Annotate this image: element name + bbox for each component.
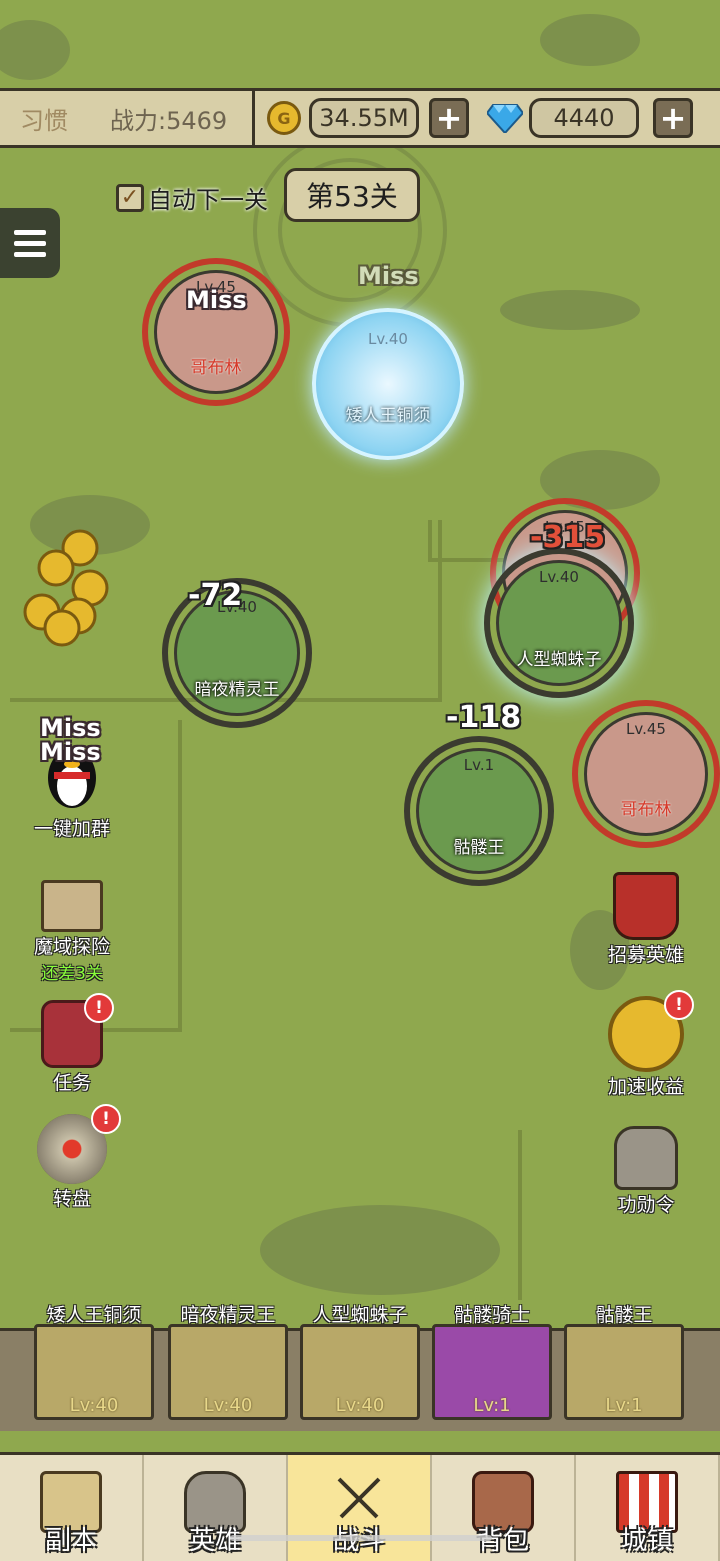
home-indicator[interactable] <box>230 1535 492 1541</box>
recruit-label: 招募英雄 <box>607 944 684 966</box>
coin-boost-icon: ! <box>608 990 694 1072</box>
recruit-hero-button[interactable]: 招募英雄 <box>586 872 706 967</box>
unit-name: 骷髅王 <box>453 838 505 858</box>
combat-power: 战力:5469 <box>110 106 228 135</box>
gold-coin-icon: G <box>267 101 301 135</box>
miss-text: Miss <box>40 738 101 766</box>
hero-card[interactable]: 矮人王铜须 Lv:40 <box>34 1300 154 1422</box>
merit-label: 功勋令 <box>617 1194 675 1216</box>
coin-pile-icon[interactable] <box>20 528 110 648</box>
gold-amount: 34.55M <box>309 98 419 138</box>
tab-label: 城镇 <box>620 1526 673 1556</box>
player-name: 习惯 <box>20 106 68 135</box>
explore-progress: 还差3关 <box>41 964 103 984</box>
damage-number: -72 <box>188 578 243 613</box>
hero-level: Lv:40 <box>335 1395 385 1416</box>
stage-indicator[interactable]: 第53关 <box>284 168 420 222</box>
hero-card[interactable]: 骷髅骑士 Lv:1 <box>432 1300 552 1422</box>
ally-unit[interactable]: Lv.1 骷髅王 <box>404 736 554 886</box>
hero-name: 骷髅骑士 <box>453 1304 530 1326</box>
banner-icon <box>613 872 679 940</box>
book-icon: ! <box>41 993 114 1068</box>
hero-name: 暗夜精灵王 <box>180 1304 276 1326</box>
hero-card[interactable]: 骷髅王 Lv:1 <box>564 1300 684 1422</box>
tab-town[interactable]: 城镇 <box>576 1455 720 1561</box>
tab-heroes[interactable]: 英雄 <box>144 1455 288 1561</box>
auto-next-toggle[interactable]: ✓ 自动下一关 <box>116 180 268 215</box>
scroll-map-icon <box>41 880 103 932</box>
checkbox[interactable]: ✓ <box>116 183 144 212</box>
add-gold-button[interactable]: + <box>429 98 469 138</box>
enemy-unit[interactable]: Lv.45 哥布林 <box>142 258 290 406</box>
hero-name: 矮人王铜须 <box>46 1304 142 1326</box>
top-resource-bar: 习惯 战力:5469 G 34.55M + 4440 + <box>0 88 720 148</box>
miss-text: Miss <box>358 262 419 290</box>
notification-badge: ! <box>664 990 694 1020</box>
wheel-button[interactable]: ! 转盘 <box>12 1104 132 1211</box>
enemy-unit[interactable]: Lv.45 哥布林 <box>572 700 720 848</box>
hero-name: 骷髅王 <box>595 1304 653 1326</box>
join-group-label: 一键加群 <box>33 818 110 840</box>
unit-name: 哥布林 <box>620 800 672 820</box>
diamond-icon <box>487 104 523 133</box>
speed-income-label: 加速收益 <box>607 1076 684 1098</box>
explore-label: 魔域探险 <box>33 936 110 958</box>
hero-level: Lv:40 <box>203 1395 253 1416</box>
hero-card[interactable]: 暗夜精灵王 Lv:40 <box>168 1300 288 1422</box>
damage-number: -118 <box>446 700 522 735</box>
gem-amount: 4440 <box>529 98 639 138</box>
quest-button[interactable]: ! 任务 <box>12 993 132 1095</box>
unit-name: 哥布林 <box>190 358 242 378</box>
unit-name: 暗夜精灵王 <box>194 680 280 700</box>
crossed-swords-icon <box>337 1477 381 1519</box>
tab-battle[interactable]: 战斗 <box>288 1455 432 1561</box>
unit-level: Lv.40 <box>539 568 579 586</box>
unit-name: 矮人王铜须 <box>345 406 431 426</box>
unit-name: 人型蜘蛛子 <box>516 650 602 670</box>
ally-unit[interactable]: Lv.40 人型蜘蛛子 <box>484 548 634 698</box>
spin-wheel-icon: ! <box>37 1104 121 1184</box>
unit-level: Lv.1 <box>463 756 495 774</box>
bottom-nav: 副本 英雄 战斗 背包 城镇 <box>0 1452 720 1561</box>
shielded-enemy-unit[interactable]: Lv.40 矮人王铜须 <box>312 308 464 460</box>
notification-badge: ! <box>84 993 114 1023</box>
add-gem-button[interactable]: + <box>653 98 693 138</box>
speed-income-button[interactable]: ! 加速收益 <box>586 990 706 1099</box>
hero-level: Lv:1 <box>605 1395 643 1416</box>
menu-button[interactable] <box>0 208 60 278</box>
hero-card[interactable]: 人型蜘蛛子 Lv:40 <box>300 1300 420 1422</box>
notification-badge: ! <box>91 1104 121 1134</box>
damage-number: -315 <box>530 520 606 555</box>
unit-level: Lv.45 <box>626 720 666 738</box>
hero-level: Lv:1 <box>473 1395 511 1416</box>
hero-name: 人型蜘蛛子 <box>312 1304 408 1326</box>
wheel-label: 转盘 <box>52 1188 91 1210</box>
player-info[interactable]: 习惯 战力:5469 <box>0 91 255 145</box>
tab-dungeon[interactable]: 副本 <box>0 1455 144 1561</box>
tab-label: 副本 <box>44 1526 97 1556</box>
miss-text: Miss <box>186 286 247 314</box>
hero-level: Lv:40 <box>69 1395 119 1416</box>
quest-label: 任务 <box>52 1072 91 1094</box>
demon-explore-button[interactable]: 魔域探险 还差3关 <box>12 880 132 984</box>
tab-backpack[interactable]: 背包 <box>432 1455 576 1561</box>
merit-pass-button[interactable]: 功勋令 <box>586 1126 706 1217</box>
unit-level: Lv.40 <box>368 330 408 348</box>
helmet-icon <box>614 1126 678 1190</box>
auto-next-label: 自动下一关 <box>148 186 268 214</box>
